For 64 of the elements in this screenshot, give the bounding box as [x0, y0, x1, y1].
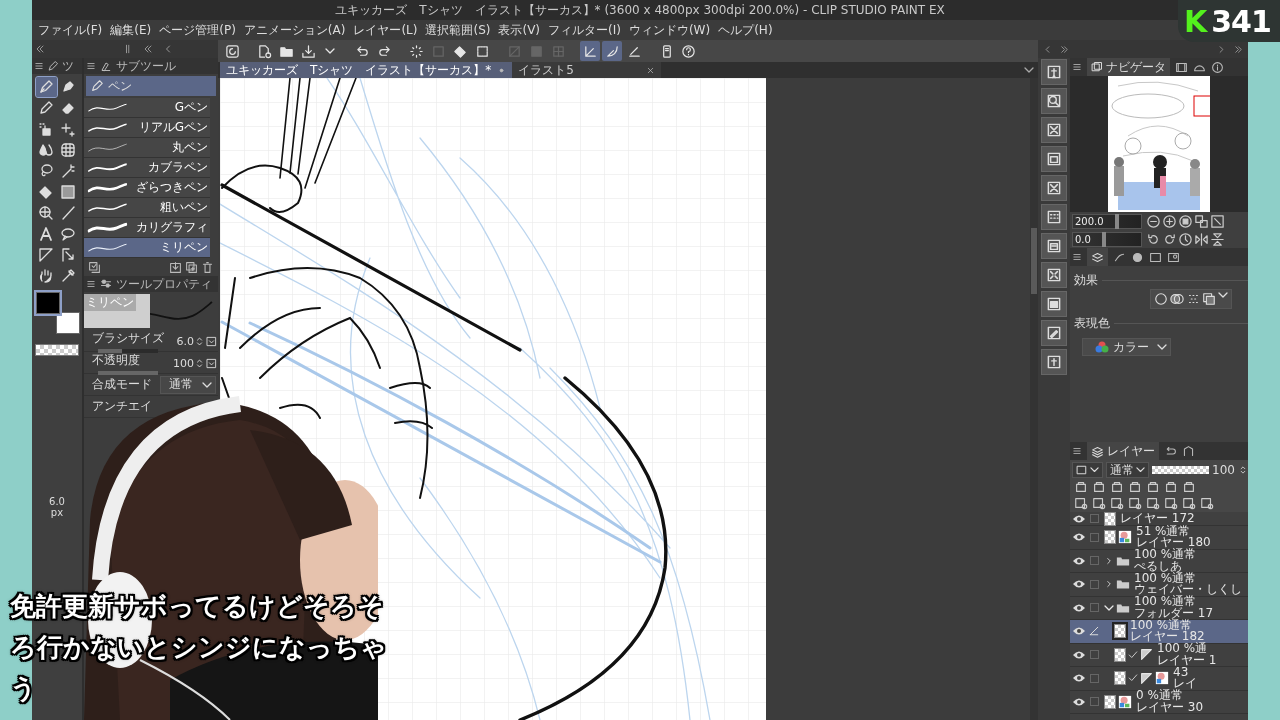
subtool-item[interactable]: ミリペン [84, 238, 210, 258]
subtool-item[interactable]: 粗いペン [84, 198, 210, 218]
document-tab[interactable]: ユキッカーズ Tシャツ イラスト【サーカス】* [220, 62, 513, 78]
property-value[interactable]: 100 [164, 357, 194, 370]
menu-item[interactable]: 編集(E) [110, 21, 152, 39]
subtool-item[interactable]: リアルGペン [84, 118, 210, 138]
layer-name: レイ [1173, 678, 1197, 690]
layer-name: レイヤー 172 [1120, 512, 1195, 525]
layer-mode: 100 %通常 [1134, 549, 1197, 561]
subtool-item[interactable]: 丸ペン [84, 138, 210, 158]
rotation-field[interactable]: 0.0 [1072, 231, 1142, 247]
subtool-item[interactable]: カブラペン [84, 158, 210, 178]
menu-item[interactable]: レイヤー(L) [353, 21, 418, 39]
subtool-group[interactable]: ペン [86, 76, 216, 96]
menu-item[interactable]: ヘルプ(H) [718, 21, 773, 39]
property-value[interactable]: 6.0 [164, 335, 194, 348]
layer-name: ぺるしあ [1134, 560, 1182, 573]
window-title: ユキッカーズ Tシャツ イラスト【サーカス】* (3600 x 4800px 300dpi 200.0%) - CLIP STUDIO PAINT EX [335, 1, 945, 19]
brush-size-unit: px [50, 507, 64, 518]
opacity-value[interactable]: 100 [1212, 463, 1235, 477]
layer-mode: 0 %通常 [1136, 690, 1184, 702]
layer-row[interactable]: 100 %通常 ぺるしあ [1070, 549, 1248, 573]
property-label: アンチエイ [92, 398, 152, 415]
menu-item[interactable]: 選択範囲(S) [425, 21, 491, 39]
property-label: ブラシサイズ [92, 330, 164, 347]
brush-size-value: 6.0 [49, 496, 65, 507]
menu-item[interactable]: ページ管理(P) [159, 21, 236, 39]
subtool-item[interactable]: Gペン [84, 98, 210, 118]
panel-tab[interactable]: ナビゲータ [1087, 58, 1170, 76]
layer-row[interactable]: レイヤー 172 [1070, 512, 1248, 526]
section-label: 表現色 [1074, 315, 1110, 332]
blend-mode-dropdown[interactable]: 通常 [1106, 462, 1149, 478]
layer-mode: 51 %通常 [1136, 525, 1191, 538]
layer-mode: 43 [1173, 666, 1189, 679]
layer-name: レイヤー 182 [1130, 631, 1205, 643]
menu-item[interactable]: ファイル(F) [38, 21, 103, 39]
menu-item[interactable]: 表示(V) [498, 21, 541, 39]
zoom-field[interactable]: 200.0 [1072, 213, 1142, 229]
color-mode-dropdown[interactable]: カラー [1082, 338, 1171, 356]
panel-tab[interactable]: レイヤー [1087, 442, 1159, 460]
layer-name: レイヤー 180 [1136, 537, 1211, 549]
preset-name: ミリペン [84, 294, 136, 311]
layer-name: ウェイバー・しくし [1134, 584, 1242, 596]
subtool-item[interactable]: ざらつきペン [84, 178, 210, 198]
layer-name: レイヤー 30 [1136, 701, 1204, 714]
document-tab[interactable]: イラスト5 [512, 62, 661, 78]
layer-name: レイヤー 1 [1157, 654, 1217, 667]
property-label: 合成モード [92, 376, 152, 393]
section-label: 効果 [1074, 272, 1098, 289]
layer-mode: 100 %通常 [1130, 619, 1193, 632]
property-label: 不透明度 [92, 352, 141, 369]
layer-mode: 100 %通 [1157, 643, 1209, 655]
menu-item[interactable]: フィルター(I) [548, 21, 621, 39]
layer-row[interactable]: 0 %通常 レイヤー 30 [1070, 690, 1248, 714]
layer-mode: 100 %通常 [1134, 572, 1198, 585]
layer-name: フォルダー 17 [1134, 607, 1214, 620]
layer-mode: 100 %通常 [1134, 596, 1198, 608]
viewer-count: 341 [1211, 3, 1271, 39]
menu-item[interactable]: アニメーション(A) [243, 21, 346, 39]
badge-letter: K [1184, 3, 1208, 39]
menu-item[interactable]: ウィンドウ(W) [628, 21, 711, 39]
blend-mode-dropdown[interactable]: 通常 [160, 375, 216, 394]
layer-row[interactable]: 100 %通 レイヤー 1 [1070, 643, 1248, 667]
subtool-item[interactable]: カリグラフィ [84, 218, 210, 238]
